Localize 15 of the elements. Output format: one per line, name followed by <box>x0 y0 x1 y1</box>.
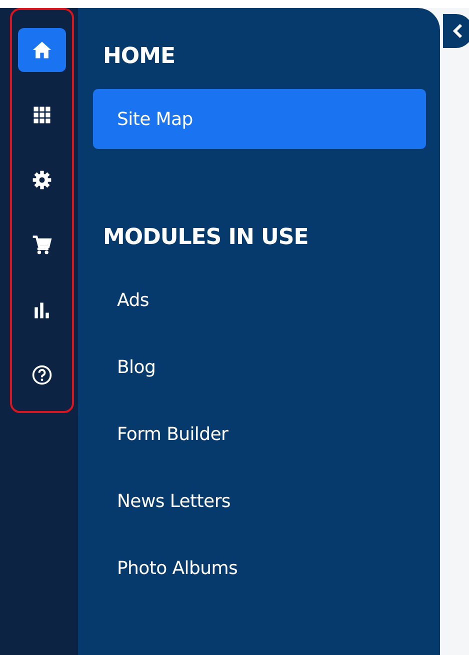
section-heading: HOME <box>103 43 176 71</box>
help-icon <box>31 364 53 386</box>
cart-icon <box>31 234 53 256</box>
menu-item[interactable]: Ads <box>93 270 426 330</box>
menu-item[interactable]: Form Builder <box>93 404 426 464</box>
menu-item[interactable]: News Letters <box>93 471 426 531</box>
gear-icon <box>31 169 53 191</box>
menu-item[interactable]: Blog <box>93 337 426 397</box>
section-heading: MODULES IN USE <box>103 224 310 252</box>
menu-item[interactable]: Site Map <box>93 89 426 149</box>
collapse-button[interactable] <box>443 14 469 48</box>
home-icon <box>31 39 53 61</box>
grid-icon <box>31 104 53 126</box>
chevron-left-icon <box>452 23 464 39</box>
menu-item[interactable]: Photo Albums <box>93 538 426 598</box>
